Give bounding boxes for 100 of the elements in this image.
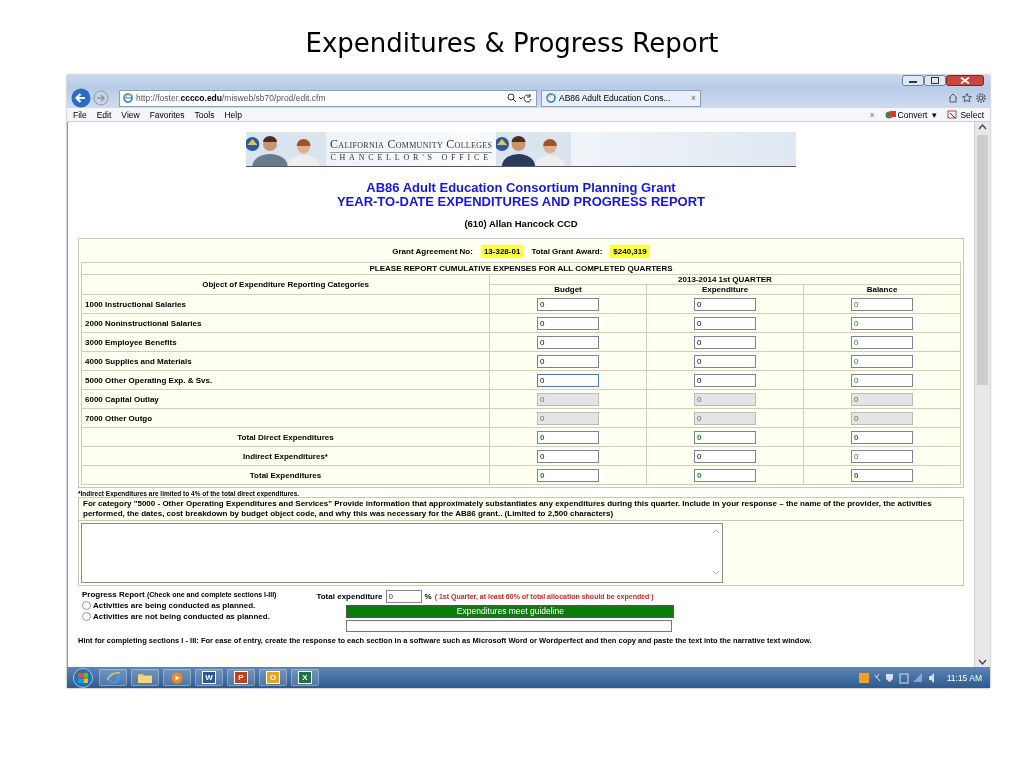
menu-item[interactable]: Edit	[96, 109, 112, 120]
globe-icon	[123, 93, 133, 103]
amount-field[interactable]: 0	[851, 373, 913, 387]
banner-title: California Community Colleges	[330, 136, 493, 152]
amount-field[interactable]: 0	[694, 468, 756, 482]
banner-subtitle: CHANCELLOR'S OFFICE	[330, 151, 492, 162]
organization-name: (610) Allan Hancock CCD	[464, 218, 578, 229]
taskbar-button[interactable]	[131, 669, 159, 686]
amount-field[interactable]: 0	[537, 354, 599, 368]
menu-item[interactable]: Help	[224, 109, 242, 120]
taskbar-button[interactable]	[163, 669, 191, 686]
amount-field[interactable]: 0	[537, 449, 599, 463]
field-label: Total Grant Award:	[531, 247, 603, 256]
page-subtitle: YEAR-TO-DATE EXPENDITURES AND PROGRESS REPORT	[336, 195, 706, 209]
field-label: Grant Agreement No:	[392, 247, 473, 256]
maximize-button[interactable]	[924, 75, 946, 86]
menu-item[interactable]: View	[121, 109, 140, 120]
category-cell: Total Expenditures	[81, 465, 490, 485]
amount-field[interactable]: 0	[694, 297, 756, 311]
narrative-field[interactable]	[81, 523, 723, 583]
radio-option[interactable]: Activities are being conducted as planned.	[82, 601, 277, 610]
app-icon: O	[266, 671, 280, 684]
category-cell: 3000 Employee Benefits	[81, 332, 490, 352]
amount-field[interactable]: 0	[851, 449, 913, 463]
menu-item[interactable]: File	[73, 109, 87, 120]
column-header: Expenditure	[646, 284, 804, 295]
amount-field[interactable]: 0	[851, 354, 913, 368]
percent-sign: %	[424, 592, 432, 601]
category-cell: 6000 Capital Outlay	[81, 389, 490, 409]
toolbar-button[interactable]: Convert ▾	[884, 109, 938, 120]
star-icon[interactable]	[962, 93, 972, 103]
category-cell: 7000 Other Outgo	[81, 408, 490, 428]
status-banner: Expenditures meet guideline	[346, 605, 675, 618]
amount-field[interactable]: 0	[537, 430, 599, 444]
column-header: 2013-2014 1st QUARTER	[489, 274, 961, 285]
amount-field[interactable]: 0	[537, 373, 599, 387]
amount-field[interactable]: 0	[851, 430, 913, 444]
amount-field[interactable]: 0	[537, 468, 599, 482]
amount-field[interactable]: 0	[694, 354, 756, 368]
taskbar-button[interactable]	[99, 669, 127, 686]
tab-close-button[interactable]: ×	[691, 93, 696, 103]
amount-field[interactable]: 0	[851, 297, 913, 311]
amount-field[interactable]: 0	[537, 297, 599, 311]
taskbar-button[interactable]: W	[195, 669, 223, 686]
amount-field[interactable]: 0	[851, 335, 913, 349]
column-header: Balance	[803, 284, 961, 295]
field-label: Total expenditure	[316, 592, 383, 601]
menu-item[interactable]: Tools	[194, 109, 215, 120]
minimize-button[interactable]	[902, 75, 924, 86]
browser-tab[interactable]: AB86 Adult Education Cons... ×	[541, 89, 701, 107]
scroll-up-icon[interactable]	[977, 122, 988, 132]
grant-amount: $240,319	[610, 245, 650, 258]
category-cell: Total Direct Expenditures	[81, 427, 490, 447]
globe-icon	[546, 93, 556, 103]
category-cell: 5000 Other Operating Exp. & Svs.	[81, 370, 490, 390]
amount-field[interactable]: 0	[851, 316, 913, 330]
app-icon: W	[202, 671, 216, 684]
toolbar-close-button[interactable]: ×	[869, 109, 875, 120]
taskbar-button[interactable]: P	[227, 669, 255, 686]
amount-field[interactable]: 0	[694, 430, 756, 444]
amount-field[interactable]: 0	[694, 335, 756, 349]
browser-icon	[106, 671, 120, 684]
slide-title: Expenditures & Progress Report	[305, 28, 719, 58]
table-caption: PLEASE REPORT CUMULATIVE EXPENSES FOR ALL COMPLETED QUARTERS	[81, 262, 961, 275]
scrollbar[interactable]	[974, 122, 990, 668]
home-icon[interactable]	[948, 93, 958, 103]
amount-field[interactable]: 0	[694, 373, 756, 387]
category-cell: 4000 Supplies and Materials	[81, 351, 490, 371]
percent-field[interactable]: 0	[385, 590, 422, 603]
category-cell: 2000 Noninstructional Salaries	[81, 313, 490, 333]
radio-button[interactable]	[82, 612, 91, 621]
column-header: Object of Expenditure Reporting Categories	[81, 274, 490, 295]
play-icon	[171, 671, 183, 684]
search-refresh-icon[interactable]	[507, 93, 533, 103]
close-button[interactable]	[946, 75, 984, 86]
tab-title: AB86 Adult Education Cons...	[559, 93, 671, 103]
settings-icon[interactable]	[976, 93, 986, 103]
address-bar[interactable]: http://foster.cccco.edu/misweb/sb70/prod/edit.cfm	[119, 89, 537, 107]
taskbar-button[interactable]: X	[291, 669, 319, 686]
grant-number: 13-328-01	[480, 245, 524, 258]
app-icon: P	[234, 671, 248, 684]
amount-field[interactable]: 0	[537, 335, 599, 349]
amount-field[interactable]: 0	[851, 468, 913, 482]
menu-item[interactable]: Favorites	[149, 109, 185, 120]
folder-icon	[138, 672, 152, 683]
amount-field[interactable]: 0	[694, 449, 756, 463]
app-icon: X	[298, 671, 312, 684]
scroll-down-icon[interactable]	[977, 657, 988, 668]
amount-field[interactable]: 0	[694, 316, 756, 330]
clock: 11:15 AM	[946, 672, 982, 683]
url-text: http://foster.cccco.edu/misweb/sb70/prod/edit.cfm	[136, 93, 326, 103]
page-title: AB86 Adult Education Consortium Planning Grant	[365, 181, 677, 195]
amount-field[interactable]: 0	[537, 316, 599, 330]
category-cell: 1000 Instructional Salaries	[81, 294, 490, 314]
narrative-prompt: For category "5000 - Other Operating Expenditures and Services" Provide information that approximately substantiates any expenditures during this quarter. Include in your response – the name of the provider, the activities performed, the dates, cost breakdown by budget object code, and why this was necessary for the AB86 grant.. (Limited to 2,500 characters)	[79, 498, 963, 521]
category-cell: Indirect Expenditures*	[81, 446, 490, 466]
convert-icon	[884, 110, 896, 119]
radio-button[interactable]	[82, 601, 91, 610]
start-button[interactable]	[71, 667, 95, 688]
toolbar-button[interactable]: Select	[947, 109, 984, 120]
